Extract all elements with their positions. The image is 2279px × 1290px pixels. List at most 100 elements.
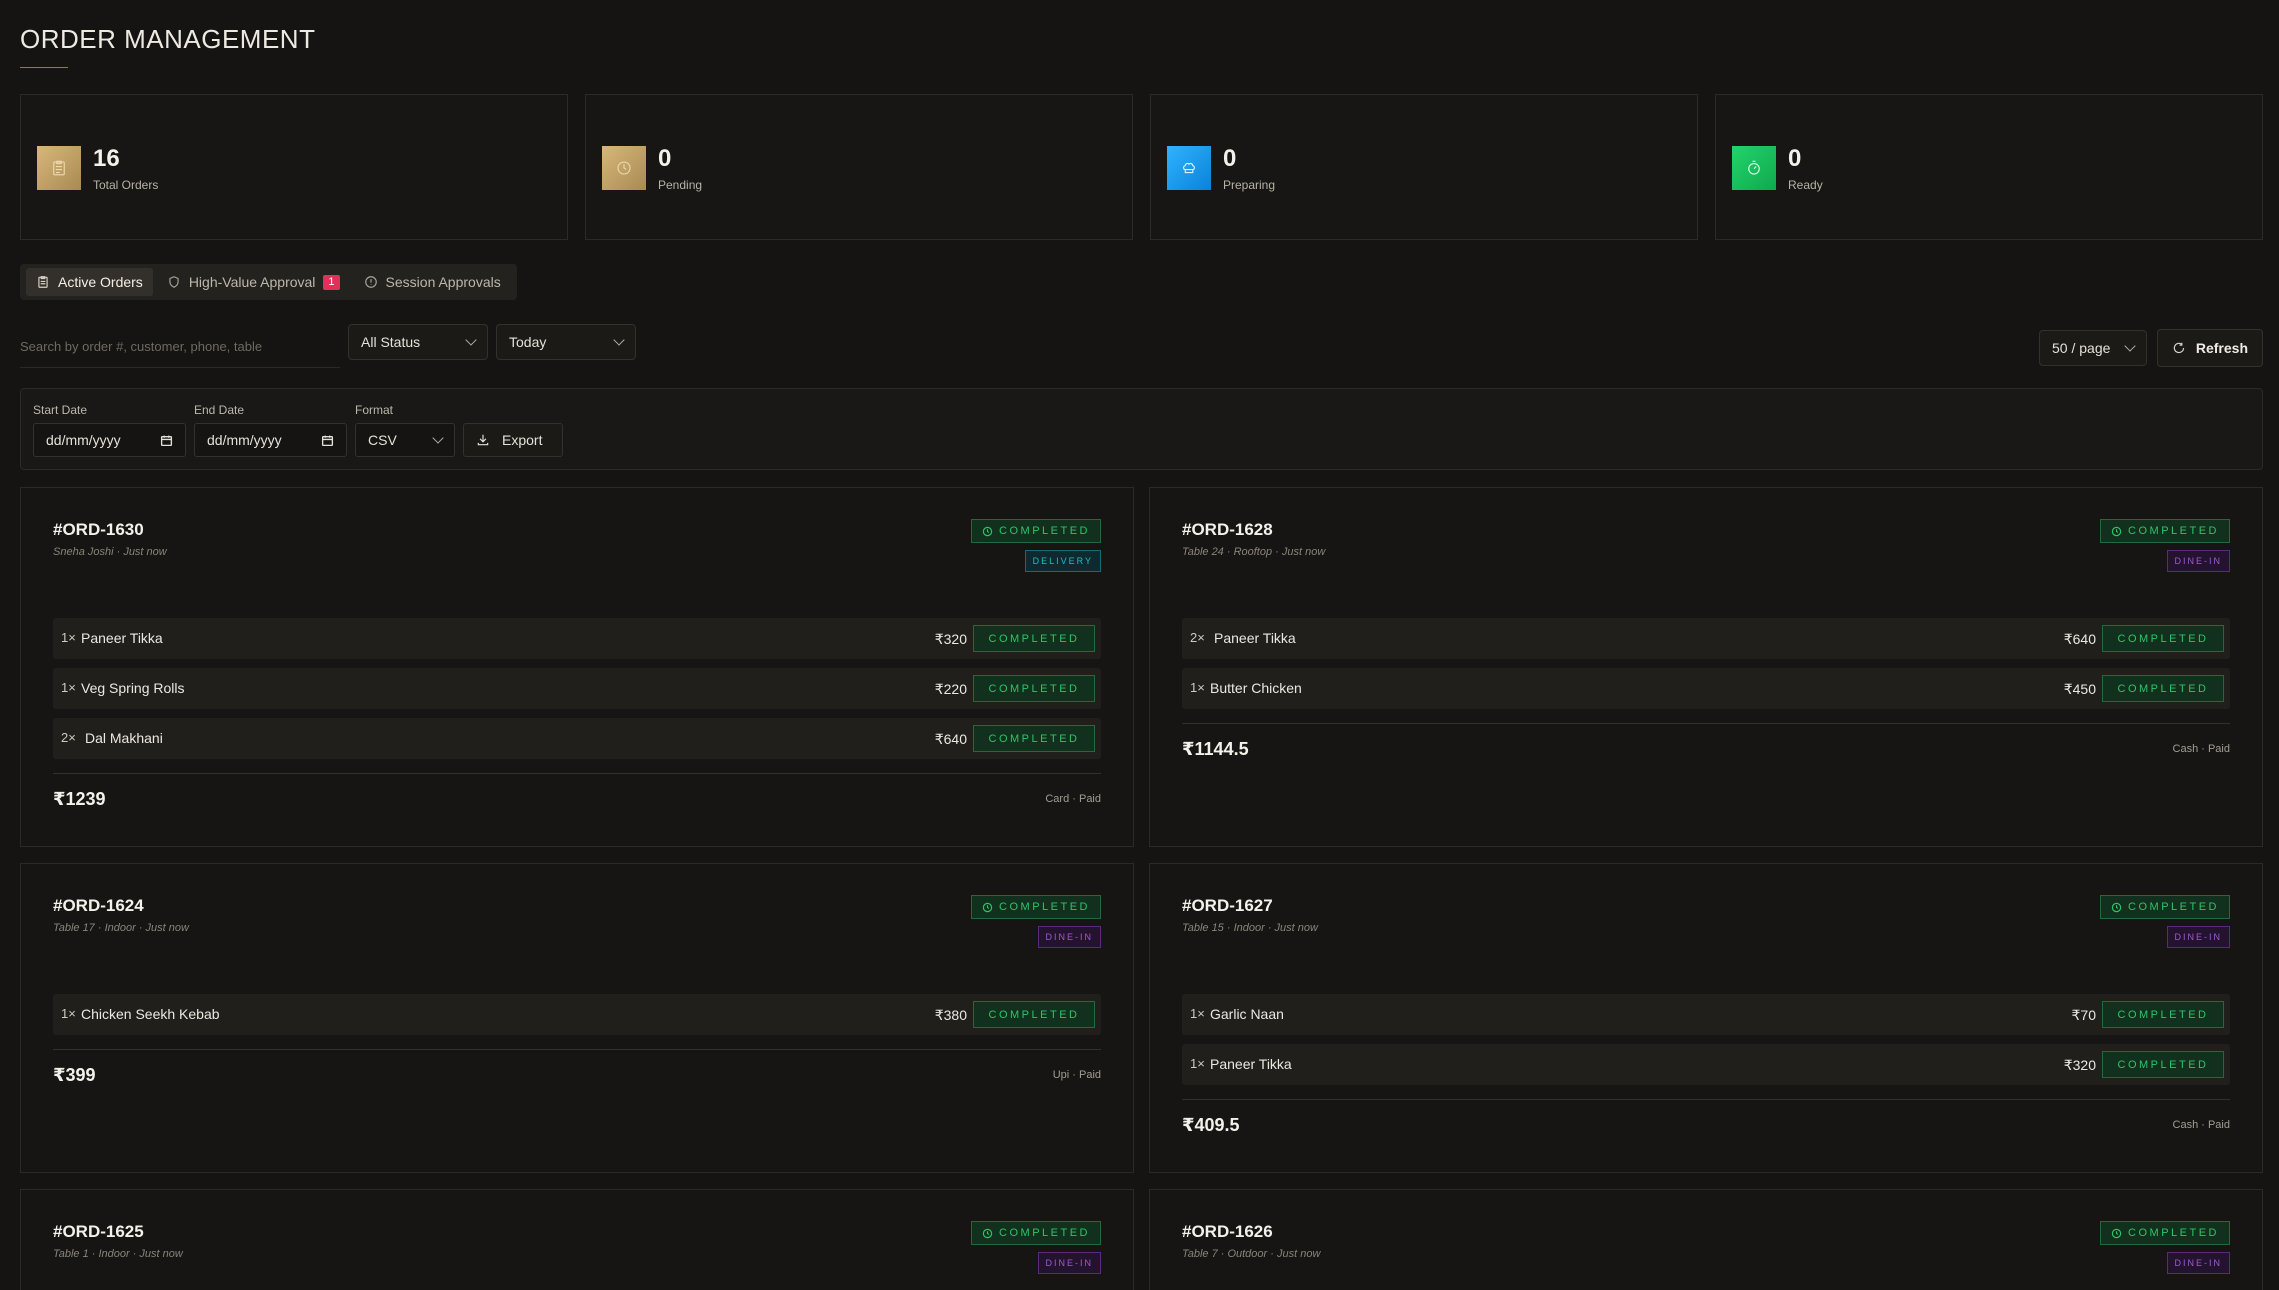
clock-icon <box>2111 1228 2122 1238</box>
page-title: ORDER MANAGEMENT <box>20 24 316 54</box>
order-payment: Cash · Paid <box>2172 743 2230 755</box>
item-name: Paneer Tikka <box>81 630 163 646</box>
stat-card-preparing: 0 Preparing <box>1150 94 1698 240</box>
order-status-badge: COMPLETED <box>2100 1221 2230 1245</box>
order-type-badge: DINE-IN <box>2166 550 2230 572</box>
item-status-badge: COMPLETED <box>973 1001 1095 1028</box>
order-item-row: 1× Chicken Seekh Kebab ₹380 COMPLETED <box>53 994 1101 1035</box>
stat-label: Ready <box>1788 178 1823 192</box>
format-select[interactable]: CSV <box>355 423 455 457</box>
order-card[interactable]: #ORD-1630 Sneha Joshi · Just now COMPLET… <box>20 487 1134 847</box>
start-date-input[interactable]: dd/mm/yyyy <box>33 423 186 457</box>
tab-label: Session Approvals <box>385 274 501 290</box>
item-qty: 1× <box>1190 680 1205 695</box>
item-status-badge: COMPLETED <box>2102 1001 2224 1028</box>
refresh-label: Refresh <box>2195 340 2248 356</box>
order-payment: Cash · Paid <box>2172 1119 2230 1131</box>
order-meta: Table 24 · Rooftop · Just now <box>1182 546 1326 558</box>
order-item-row: 2× Dal Makhani ₹640 COMPLETED <box>53 718 1101 759</box>
order-item-row: 1× Paneer Tikka ₹320 COMPLETED <box>1182 1044 2230 1085</box>
clock-icon <box>982 526 993 536</box>
tab-session-approvals[interactable]: Session Approvals <box>354 268 511 296</box>
order-payment: Upi · Paid <box>1052 1069 1101 1081</box>
stat-value: 16 <box>93 145 120 172</box>
item-qty: 1× <box>61 630 76 645</box>
export-label: Export <box>502 432 543 448</box>
item-qty: 2× <box>61 730 76 745</box>
order-card[interactable]: #ORD-1628 Table 24 · Rooftop · Just now … <box>1149 487 2263 847</box>
page-size-select[interactable]: 50 / page <box>2039 330 2147 366</box>
order-meta: Table 17 · Indoor · Just now <box>53 922 189 934</box>
clock-icon <box>982 1228 993 1238</box>
item-status-badge: COMPLETED <box>2102 1051 2224 1078</box>
chevron-down-icon <box>613 334 625 346</box>
item-qty: 1× <box>61 680 76 695</box>
approval-count-badge: 1 <box>323 274 340 290</box>
item-status-badge: COMPLETED <box>2102 625 2224 652</box>
clock-icon <box>602 146 646 190</box>
item-status-badge: COMPLETED <box>973 725 1095 752</box>
refresh-button[interactable]: Refresh <box>2157 329 2263 367</box>
order-status-badge: COMPLETED <box>971 519 1101 543</box>
export-button[interactable]: Export <box>463 423 563 457</box>
tab-active-orders[interactable]: Active Orders <box>26 268 153 296</box>
end-date-input[interactable]: dd/mm/yyyy <box>194 423 347 457</box>
item-price: ₹320 <box>2063 1057 2096 1073</box>
title-underline <box>20 67 68 68</box>
item-name: Chicken Seekh Kebab <box>81 1006 220 1022</box>
tab-label: High-Value Approval <box>188 274 316 290</box>
clipboard-icon <box>37 146 81 190</box>
timer-icon <box>1732 146 1776 190</box>
item-price: ₹450 <box>2063 681 2096 697</box>
order-type-badge: DINE-IN <box>2166 926 2230 948</box>
stat-card-pending: 0 Pending <box>585 94 1133 240</box>
order-total: ₹409.5 <box>1182 1115 1240 1135</box>
order-card[interactable]: #ORD-1627 Table 15 · Indoor · Just now C… <box>1149 863 2263 1173</box>
order-id: #ORD-1630 <box>53 520 144 539</box>
stat-label: Preparing <box>1223 178 1276 192</box>
order-meta: Table 7 · Outdoor · Just now <box>1182 1248 1321 1260</box>
divider <box>53 1049 1101 1050</box>
order-item-row: 1× Butter Chicken ₹450 COMPLETED <box>1182 668 2230 709</box>
format-label: Format <box>355 403 394 417</box>
item-price: ₹70 <box>2071 1007 2096 1023</box>
chef-hat-icon <box>1167 146 1211 190</box>
order-item-row: 1× Paneer Tikka ₹320 COMPLETED <box>53 618 1101 659</box>
order-status-badge: COMPLETED <box>971 895 1101 919</box>
order-payment: Card · Paid <box>1045 793 1101 805</box>
end-date-label: End Date <box>194 403 245 417</box>
order-type-badge: DINE-IN <box>1037 926 1101 948</box>
status-select[interactable]: All Status <box>348 324 488 360</box>
order-total: ₹399 <box>53 1065 96 1085</box>
period-select[interactable]: Today <box>496 324 636 360</box>
search-input[interactable] <box>20 326 340 368</box>
stat-label: Pending <box>658 178 703 192</box>
order-id: #ORD-1628 <box>1182 520 1273 539</box>
order-card[interactable]: #ORD-1625 Table 1 · Indoor · Just now CO… <box>20 1189 1134 1290</box>
clock-icon <box>2111 902 2122 912</box>
stat-label: Total Orders <box>93 178 159 192</box>
order-meta: Table 15 · Indoor · Just now <box>1182 922 1318 934</box>
chevron-down-icon <box>465 334 477 346</box>
item-price: ₹640 <box>934 731 967 747</box>
item-name: Veg Spring Rolls <box>81 680 185 696</box>
divider <box>1182 1099 2230 1100</box>
item-status-badge: COMPLETED <box>2102 675 2224 702</box>
order-type-badge: DINE-IN <box>1037 1252 1101 1274</box>
order-status-text: COMPLETED <box>999 901 1090 913</box>
stat-value: 0 <box>1788 145 1802 172</box>
item-name: Paneer Tikka <box>1214 630 1296 646</box>
order-card[interactable]: #ORD-1626 Table 7 · Outdoor · Just now C… <box>1149 1189 2263 1290</box>
divider <box>53 773 1101 774</box>
stat-value: 0 <box>1223 145 1237 172</box>
item-qty: 1× <box>1190 1056 1205 1071</box>
tab-high-value-approval[interactable]: High-Value Approval 1 <box>157 268 350 296</box>
period-select-value: Today <box>509 334 547 350</box>
order-status-text: COMPLETED <box>2128 525 2219 537</box>
order-tabs: Active Orders High-Value Approval 1 Sess… <box>20 264 517 300</box>
item-qty: 2× <box>1190 630 1205 645</box>
order-card[interactable]: #ORD-1624 Table 17 · Indoor · Just now C… <box>20 863 1134 1173</box>
chevron-down-icon <box>432 432 444 444</box>
order-meta: Sneha Joshi · Just now <box>53 546 167 558</box>
stats-row: 16 Total Orders 0 Pending 0 Preparing 0 … <box>20 94 2263 240</box>
